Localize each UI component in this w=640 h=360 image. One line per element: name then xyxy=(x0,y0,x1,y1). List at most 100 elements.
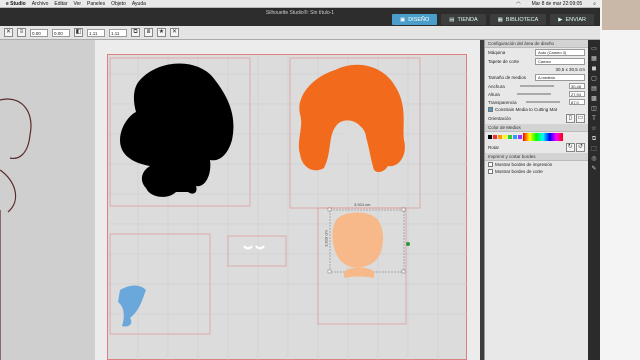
constrain-checkbox[interactable] xyxy=(488,107,493,112)
resize-handle[interactable] xyxy=(327,207,332,212)
orientation-label: Orientación xyxy=(488,116,512,121)
tab-label: DISEÑO xyxy=(408,16,430,23)
menu-objeto[interactable]: Objeto xyxy=(111,1,126,7)
rotate-handle[interactable] xyxy=(406,242,410,246)
mat-label: Tapete de corte xyxy=(488,59,520,64)
resize-handle[interactable] xyxy=(401,269,406,274)
design-settings-panel: Configuración del área de diseño Máquina… xyxy=(484,40,588,360)
outline-figure-partial[interactable] xyxy=(0,98,32,360)
mermaid-face-peach[interactable] xyxy=(332,212,384,279)
rotate-label: Rotar xyxy=(488,145,500,150)
mat-size: 30,5 x 30,5 cm xyxy=(555,67,585,72)
clock: Mar 8 de mar 22:09:05 xyxy=(531,1,583,7)
gradient-icon[interactable]: ▤ xyxy=(588,84,600,94)
mac-menubar: e Studio Archivo Editar Ver Paneles Obje… xyxy=(0,0,600,8)
tab-tienda[interactable]: ▤ TIENDA xyxy=(441,14,486,25)
page-icon[interactable]: ▭ xyxy=(588,44,600,54)
offset-icon[interactable]: ◎ xyxy=(588,154,600,164)
color-swatch[interactable] xyxy=(493,135,497,139)
webcam-overlay xyxy=(600,0,640,360)
tab-biblioteca[interactable]: ▦ BIBLIOTECA xyxy=(489,14,547,25)
color-swatch[interactable] xyxy=(508,135,512,139)
send-icon: ▶ xyxy=(558,16,563,23)
color-swatch[interactable] xyxy=(498,135,502,139)
selected-face-group[interactable] xyxy=(327,207,410,279)
title-bar: Silhouette Studio®: Sin título-1 ▣ DISEÑO… xyxy=(0,8,600,26)
webcam-thumbnail xyxy=(602,0,640,30)
transparency-input[interactable]: 87,0 xyxy=(568,99,585,105)
tab-label: ENVIAR xyxy=(565,16,586,23)
grid-icon[interactable]: ▦ xyxy=(588,54,600,64)
width-label: Anchura xyxy=(488,83,505,89)
text-icon[interactable]: T xyxy=(588,114,600,124)
trace-icon[interactable]: ✎ xyxy=(588,164,600,174)
landscape-icon[interactable]: ▭ xyxy=(576,114,585,123)
show-print-checkbox[interactable] xyxy=(488,162,493,167)
menu-archivo[interactable]: Archivo xyxy=(32,1,49,7)
media-select[interactable]: A medida xyxy=(535,74,585,81)
print-cut-header: Imprimir y cortar bordes xyxy=(485,153,588,161)
ungroup-icon[interactable]: ⧈ xyxy=(144,28,153,37)
resize-handle[interactable] xyxy=(401,207,406,212)
panel-header: Configuración del área de diseño xyxy=(485,40,588,48)
transparency-label: Transparencia xyxy=(488,99,517,105)
mermaid-tail-blue[interactable] xyxy=(118,285,146,327)
portrait-icon[interactable]: ▯ xyxy=(565,114,575,123)
group-icon[interactable]: ⧉ xyxy=(131,28,140,37)
mermaid-hair-orange[interactable] xyxy=(298,64,405,173)
show-cut-checkbox[interactable] xyxy=(488,169,493,174)
height-input[interactable]: 27,94 xyxy=(568,91,585,97)
app-menu[interactable]: e Studio xyxy=(6,1,26,7)
height-slider[interactable] xyxy=(517,93,552,95)
constrain-label: Constrain Media to Cutting Mat xyxy=(495,107,558,112)
line-style-icon[interactable]: ≡ xyxy=(17,28,26,37)
color-swatch[interactable] xyxy=(503,135,507,139)
tab-label: TIENDA xyxy=(457,16,478,23)
shadow-icon[interactable]: ◫ xyxy=(588,104,600,114)
y-input[interactable]: 0.00 xyxy=(52,28,70,37)
machine-select[interactable]: Auto (Cameo 3) xyxy=(535,49,585,56)
tab-enviar[interactable]: ▶ ENVIAR xyxy=(550,14,594,25)
replicate-icon[interactable]: ⧉ xyxy=(588,134,600,144)
star-icon[interactable]: ★ xyxy=(157,28,166,37)
tab-diseno[interactable]: ▣ DISEÑO xyxy=(392,14,438,25)
transform-icon[interactable]: ⬚ xyxy=(588,144,600,154)
media-label: Tamaño de medios xyxy=(488,75,527,80)
media-color-header: Color de Medios xyxy=(485,124,588,132)
menu-editar[interactable]: Editar xyxy=(54,1,67,7)
search-icon[interactable]: ⌕ xyxy=(593,1,596,7)
color-swatch[interactable] xyxy=(488,135,492,139)
rotate-icon[interactable]: ↻ xyxy=(565,143,575,152)
pattern-icon[interactable]: ▩ xyxy=(588,94,600,104)
height-label: Altura xyxy=(488,91,500,97)
fill-icon[interactable]: ◧ xyxy=(74,28,83,37)
color-swatch[interactable] xyxy=(513,135,517,139)
resize-handle[interactable] xyxy=(327,269,332,274)
menu-paneles[interactable]: Paneles xyxy=(87,1,105,7)
width-input[interactable]: 30,48 xyxy=(568,83,585,89)
width-slider[interactable] xyxy=(519,85,554,87)
menu-ver[interactable]: Ver xyxy=(73,1,81,7)
x-input[interactable]: 0.00 xyxy=(30,28,48,37)
star-icon[interactable]: ☆ xyxy=(588,124,600,134)
h-input[interactable]: 1.11 xyxy=(109,28,127,37)
color-spectrum[interactable] xyxy=(523,133,563,141)
transparency-slider[interactable] xyxy=(525,101,560,103)
line-color-icon[interactable]: ▢ xyxy=(588,74,600,84)
close-icon[interactable]: ✕ xyxy=(4,28,13,37)
mermaid-silhouette-black[interactable] xyxy=(120,63,234,197)
color-swatch[interactable] xyxy=(518,135,522,139)
rotate-icon[interactable]: ↺ xyxy=(576,143,585,152)
fill-color-icon[interactable]: ◼ xyxy=(588,64,600,74)
machine-label: Máquina xyxy=(488,50,506,55)
menu-ayuda[interactable]: Ayuda xyxy=(132,1,146,7)
width-dimension-label: 3,924 cm xyxy=(354,202,371,207)
eyes-white[interactable] xyxy=(243,245,265,250)
delete-icon[interactable]: ✕ xyxy=(170,28,179,37)
tab-label: BIBLIOTECA xyxy=(505,16,539,23)
wifi-icon[interactable]: ◠ xyxy=(516,1,520,7)
toolbar: ✕ ≡ 0.00 0.00 ◧ 1.11 1.11 ⧉ ⧈ ★ ✕ xyxy=(0,26,600,40)
mat-select[interactable]: Cameo xyxy=(535,58,585,65)
canvas-area[interactable]: 3,924 cm 3,919 cm xyxy=(0,40,484,360)
w-input[interactable]: 1.11 xyxy=(87,28,105,37)
